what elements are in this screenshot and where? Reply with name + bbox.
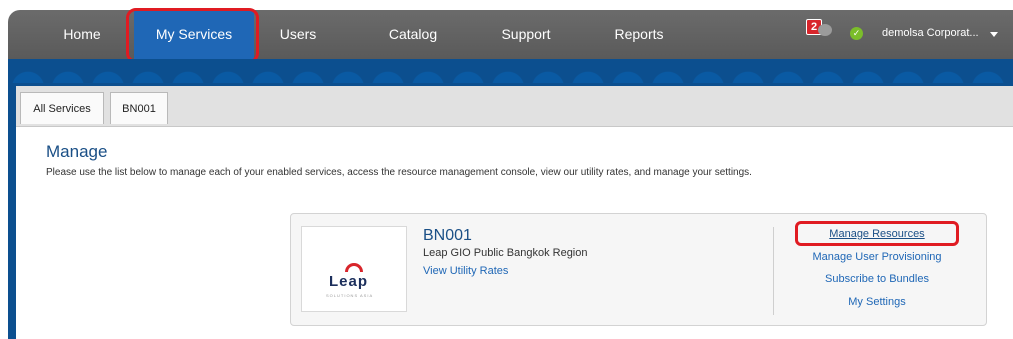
check-circle-icon: ✓ <box>850 27 863 40</box>
view-utility-rates-link[interactable]: View Utility Rates <box>423 265 508 277</box>
account-menu[interactable]: demolsa Corporat... <box>882 27 979 39</box>
nav-my-services[interactable]: My Services <box>134 10 254 59</box>
page-title: Manage <box>46 142 108 161</box>
caret-down-icon[interactable] <box>990 32 998 37</box>
tab-bn001[interactable]: BN001 <box>110 92 168 124</box>
subscribe-to-bundles-link[interactable]: Subscribe to Bundles <box>777 273 977 285</box>
page-description: Please use the list below to manage each… <box>46 167 752 178</box>
tab-all-services[interactable]: All Services <box>20 92 104 124</box>
tab-strip: All Services BN001 <box>16 86 1013 127</box>
notifications-button[interactable]: 2 <box>806 19 836 41</box>
card-divider <box>773 227 774 315</box>
nav-support[interactable]: Support <box>491 10 561 59</box>
nav-home[interactable]: Home <box>52 10 112 59</box>
logo-text: Leap <box>329 273 369 290</box>
logo-subtext: SOLUTIONS ASIA <box>326 293 374 298</box>
nav-reports[interactable]: Reports <box>604 10 674 59</box>
manage-resources-link[interactable]: Manage Resources <box>777 228 977 240</box>
nav-catalog[interactable]: Catalog <box>378 10 448 59</box>
logo-arc-icon <box>345 263 363 272</box>
manage-user-provisioning-link[interactable]: Manage User Provisioning <box>777 251 977 263</box>
content-panel: All Services BN001 Manage Please use the… <box>16 86 1013 339</box>
service-card: Leap SOLUTIONS ASIA BN001 Leap GIO Publi… <box>290 213 987 326</box>
service-name: BN001 <box>423 227 472 244</box>
chat-bubble-icon <box>818 24 832 36</box>
nav-users[interactable]: Users <box>268 10 328 59</box>
decorative-wave <box>8 59 1013 83</box>
service-region: Leap GIO Public Bangkok Region <box>423 247 588 259</box>
service-logo: Leap SOLUTIONS ASIA <box>301 226 407 312</box>
my-settings-link[interactable]: My Settings <box>777 296 977 308</box>
